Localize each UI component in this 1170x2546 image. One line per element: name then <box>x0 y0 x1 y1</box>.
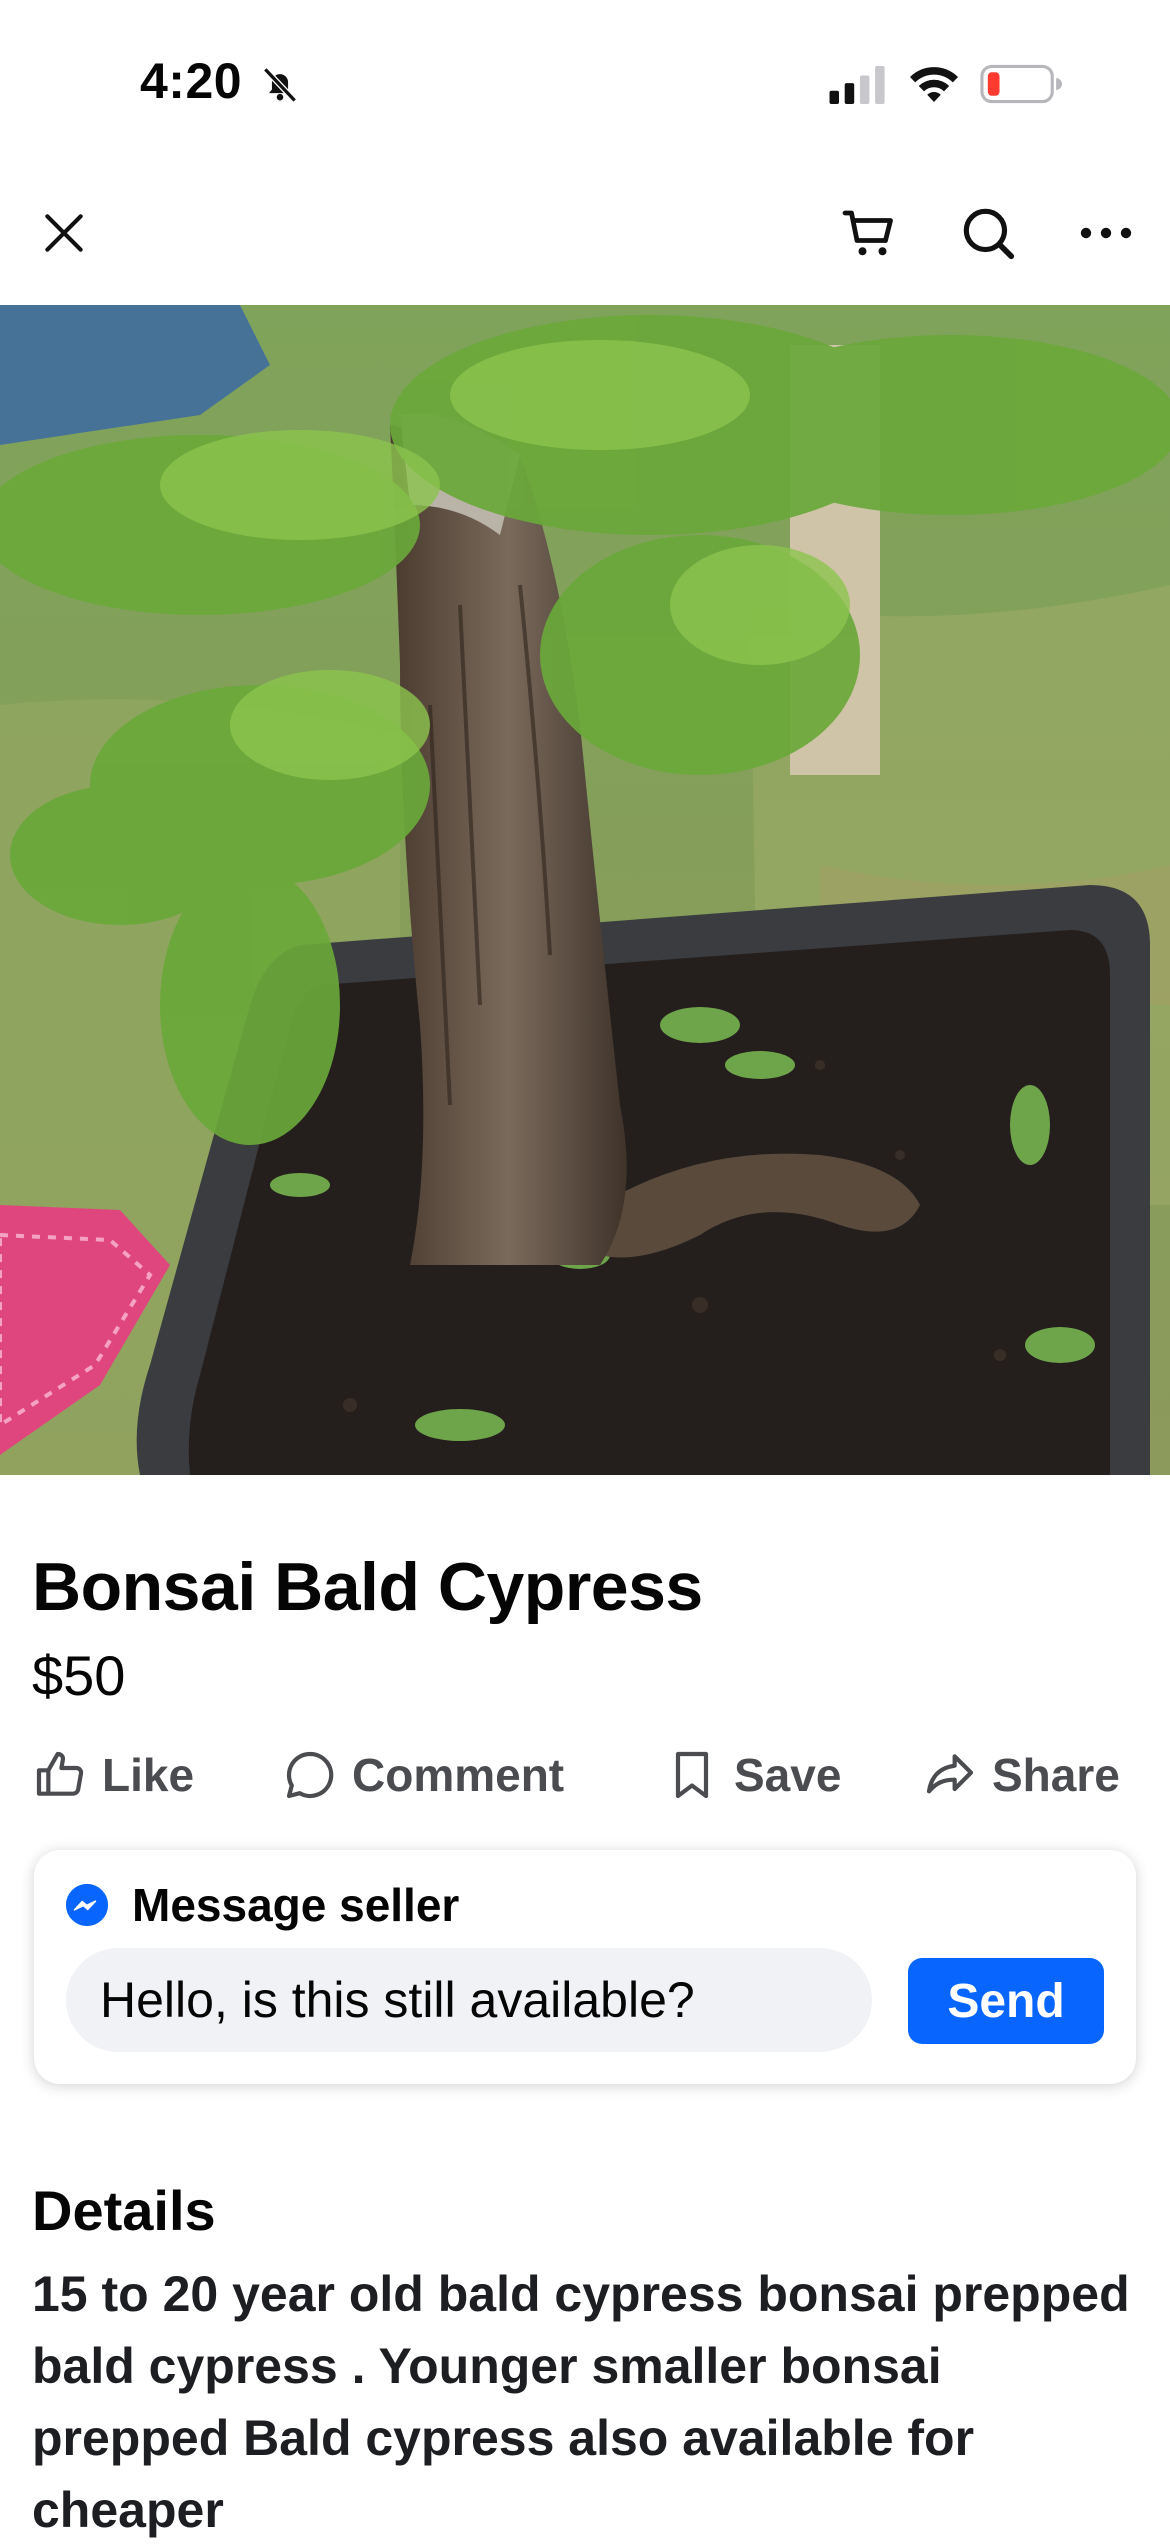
search-icon <box>963 208 1015 260</box>
comment-label: Comment <box>352 1749 565 1801</box>
more-icon <box>1080 227 1132 239</box>
listing-price: $50 <box>32 1644 126 1707</box>
message-seller-header: Message seller <box>64 1878 459 1932</box>
save-button[interactable]: Save <box>664 1740 841 1810</box>
comment-button[interactable]: Comment <box>282 1740 564 1810</box>
like-label: Like <box>102 1749 195 1801</box>
message-input[interactable] <box>66 1948 872 2052</box>
bookmark-icon <box>675 1751 709 1799</box>
wifi-icon <box>910 67 958 102</box>
thumbs-up-icon <box>36 1751 84 1796</box>
share-label: Share <box>992 1749 1120 1801</box>
cart-icon <box>842 210 893 256</box>
like-button[interactable]: Like <box>32 1740 194 1810</box>
save-label: Save <box>734 1749 842 1801</box>
details-heading: Details <box>32 2179 216 2242</box>
send-button[interactable]: Send <box>908 1958 1104 2044</box>
share-icon <box>926 1754 974 1794</box>
comment-icon <box>286 1751 334 1799</box>
details-description: 15 to 20 year old bald cypress bonsai pr… <box>32 2266 1130 2538</box>
search-button[interactable] <box>952 197 1024 269</box>
messenger-icon <box>65 1883 109 1927</box>
bonsai-photo-illustration <box>0 305 1170 1475</box>
battery-low-icon <box>980 64 1062 104</box>
message-seller-heading: Message seller <box>132 1879 460 1931</box>
signal-icon <box>829 66 885 104</box>
close-icon <box>45 214 83 252</box>
action-bar: Like Comment Save Share <box>32 1740 1140 1810</box>
bell-slash-icon <box>263 67 297 103</box>
product-photo[interactable] <box>0 305 1170 1475</box>
share-button[interactable]: Share <box>922 1740 1120 1810</box>
close-button[interactable] <box>28 197 100 269</box>
cart-button[interactable] <box>834 197 906 269</box>
more-options-button[interactable] <box>1070 197 1142 269</box>
message-seller-card: Message seller Send <box>34 1850 1136 2084</box>
status-time: 4:20 <box>140 53 243 109</box>
listing-title: Bonsai Bald Cypress <box>32 1549 703 1625</box>
